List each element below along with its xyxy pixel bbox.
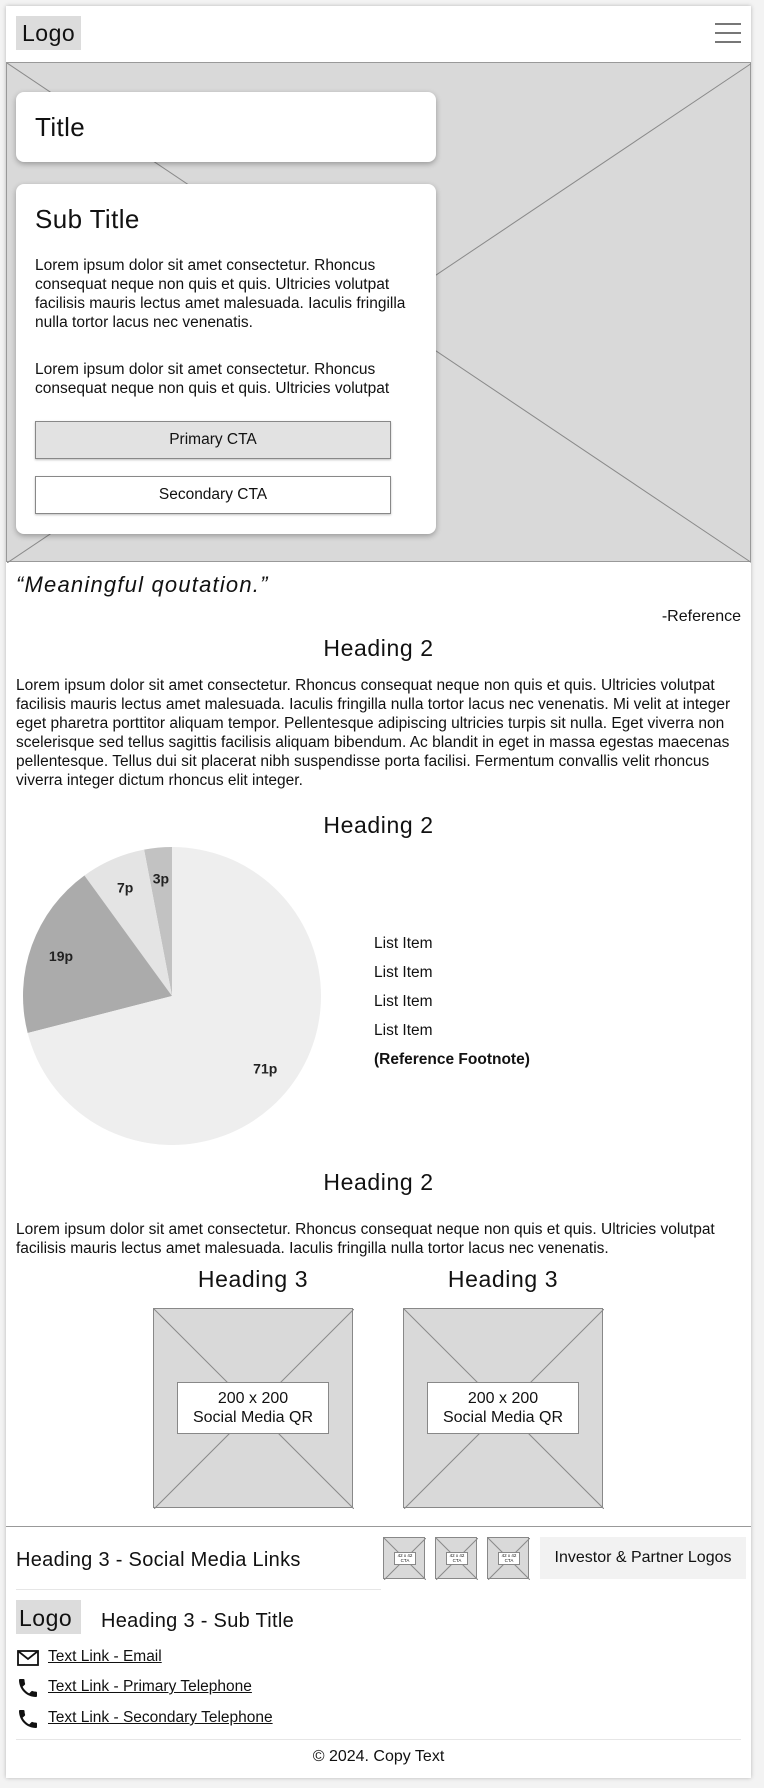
section3-heading: Heading 2 — [323, 1169, 434, 1195]
mini-cta-text: CTA — [400, 1558, 410, 1563]
hamburger-menu-icon[interactable] — [715, 23, 741, 43]
copyright: © 2024. Copy Text — [312, 1748, 445, 1765]
section3-body: Lorem ipsum dolor sit amet consectetur. … — [16, 1221, 715, 1257]
social-link-button-1[interactable]: 42 x 42 CTA — [383, 1537, 426, 1580]
list-item: List Item — [374, 935, 433, 952]
qr-label: 200 x 200 Social Media QR — [177, 1382, 329, 1434]
investor-partner-logos: Investor & Partner Logos — [540, 1537, 746, 1579]
mini-cta-text: CTA — [452, 1558, 462, 1563]
section2-heading: Heading 2 — [323, 812, 434, 838]
secondary-phone-link[interactable]: Text Link - Secondary Telephone — [48, 1709, 273, 1727]
pie-label-7p: 7p — [117, 880, 133, 896]
pie-label-71p: 71p — [253, 1060, 277, 1076]
mini-cta-label: 42 x 42 CTA — [394, 1552, 416, 1565]
qr-label: 200 x 200 Social Media QR — [427, 1382, 579, 1434]
hero-image-placeholder: Title Sub Title Lorem ipsum dolor sit am… — [6, 62, 751, 563]
qr-type-label: Social Media QR — [192, 1409, 314, 1426]
email-link[interactable]: Text Link - Email — [48, 1648, 162, 1666]
primary-cta-button[interactable]: Primary CTA — [35, 421, 391, 459]
social-media-qr-2[interactable]: 200 x 200 Social Media QR — [403, 1308, 604, 1509]
primary-phone-link[interactable]: Text Link - Primary Telephone — [48, 1678, 252, 1696]
qr-type-label: Social Media QR — [442, 1409, 564, 1426]
pie-label-19p: 19p — [49, 948, 73, 964]
footer-subtitle: Heading 3 - Sub Title — [101, 1610, 295, 1632]
hero-title: Title — [35, 112, 86, 142]
hero-title-card: Title — [16, 92, 436, 162]
qr-heading-2: Heading 3 — [447, 1266, 559, 1292]
footer-inner-divider — [16, 1589, 381, 1590]
phone-icon — [19, 1679, 37, 1697]
section1-heading: Heading 2 — [323, 635, 434, 661]
copyright-divider — [16, 1739, 741, 1740]
mini-cta-text: CTA — [504, 1558, 514, 1563]
mini-cta-label: 42 x 42 CTA — [446, 1552, 468, 1565]
hero-paragraph-1: Lorem ipsum dolor sit amet consectetur. … — [35, 257, 406, 331]
list-item: List Item — [374, 964, 433, 981]
section1-body: Lorem ipsum dolor sit amet consectetur. … — [16, 677, 731, 789]
social-link-button-3[interactable]: 42 x 42 CTA — [487, 1537, 530, 1580]
reference-footnote: (Reference Footnote) — [374, 1051, 530, 1068]
footer-divider — [6, 1526, 751, 1527]
list-item: List Item — [374, 993, 433, 1010]
hero-subtitle-card: Sub Title Lorem ipsum dolor sit amet con… — [16, 184, 436, 534]
header-logo[interactable]: Logo — [16, 16, 81, 50]
social-link-button-2[interactable]: 42 x 42 CTA — [435, 1537, 478, 1580]
secondary-cta-button[interactable]: Secondary CTA — [35, 476, 391, 514]
header: Logo — [6, 6, 751, 62]
page: Logo Title Sub Title Lorem ipsum dolor s… — [6, 6, 751, 1778]
mail-icon — [17, 1650, 39, 1666]
social-media-qr-1[interactable]: 200 x 200 Social Media QR — [153, 1308, 354, 1509]
reference-list: List Item List Item List Item List Item … — [374, 934, 530, 1079]
qr-size-label: 200 x 200 — [467, 1390, 539, 1407]
phone-icon — [19, 1710, 37, 1728]
qr-heading-1: Heading 3 — [197, 1266, 309, 1292]
list-item: List Item — [374, 1022, 433, 1039]
mini-cta-label: 42 x 42 CTA — [498, 1552, 520, 1565]
social-links-heading: Heading 3 - Social Media Links — [16, 1549, 301, 1571]
qr-size-label: 200 x 200 — [217, 1390, 289, 1407]
hero-subtitle: Sub Title — [35, 204, 140, 234]
quotation-reference: -Reference — [661, 608, 741, 625]
pie-chart: 3p 7p 19p 71p — [22, 847, 321, 1145]
hero-paragraph-2: Lorem ipsum dolor sit amet consectetur. … — [35, 361, 390, 397]
pie-label-3p: 3p — [153, 871, 169, 887]
quotation: “Meaningful qoutation.” — [16, 572, 269, 597]
footer-logo[interactable]: Logo — [16, 1600, 81, 1634]
